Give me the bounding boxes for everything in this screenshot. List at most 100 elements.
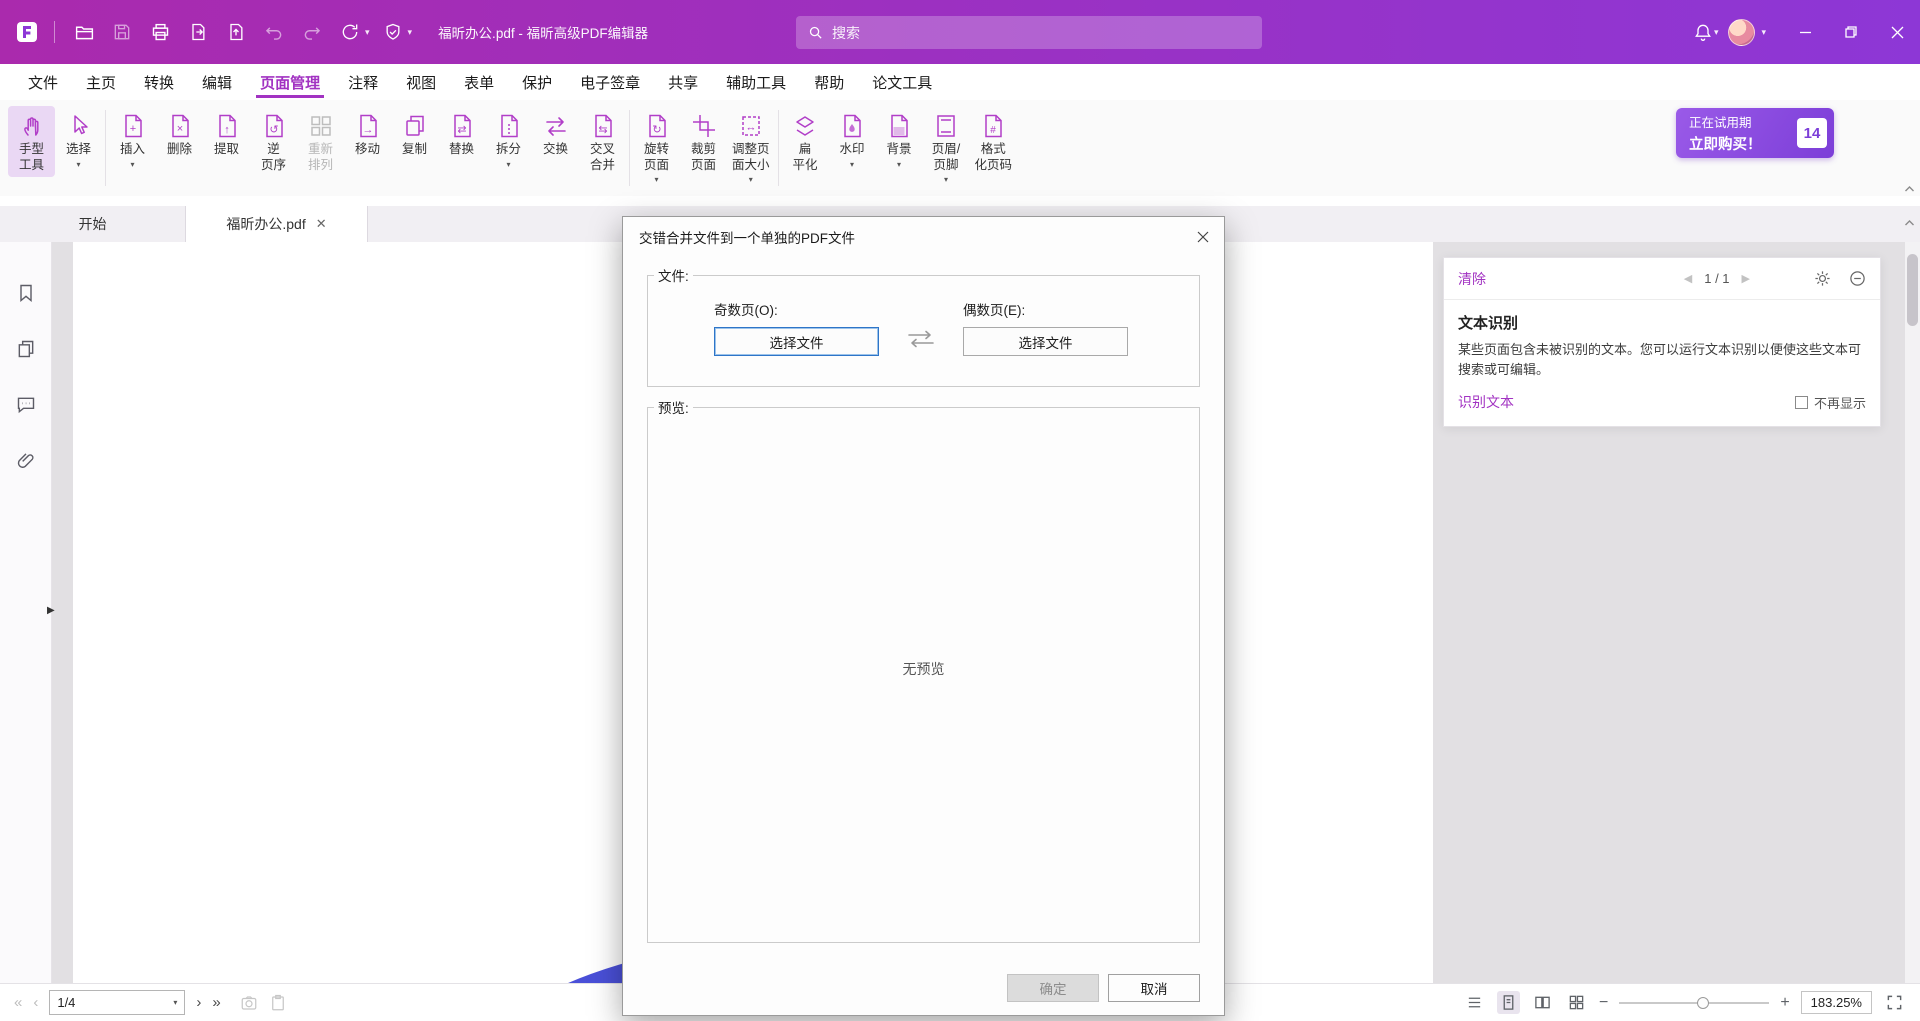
- quick-tools-caret-icon[interactable]: [365, 27, 370, 38]
- clear-notifications-button[interactable]: 清除: [1458, 269, 1486, 289]
- notifications-caret-icon[interactable]: [1714, 27, 1719, 38]
- ribbon-resize-pages[interactable]: ↔ 调整页 面大小: [727, 106, 775, 188]
- comments-panel-icon[interactable]: [11, 390, 41, 420]
- grid-view-icon[interactable]: [1565, 991, 1588, 1014]
- choose-odd-file-button[interactable]: 选择文件: [714, 327, 879, 356]
- menu-item-protect[interactable]: 保护: [508, 64, 566, 100]
- menu-item-file[interactable]: 文件: [14, 64, 72, 100]
- scroll-up-icon[interactable]: [1904, 214, 1915, 232]
- account-caret-icon[interactable]: [1761, 27, 1766, 38]
- menu-item-home[interactable]: 主页: [72, 64, 130, 100]
- page-navigation: 1/4: [14, 990, 287, 1015]
- minimize-button[interactable]: [1782, 0, 1828, 64]
- zoom-slider[interactable]: [1619, 1002, 1769, 1004]
- last-page-icon[interactable]: [212, 995, 220, 1010]
- dialog-footer: 确定 取消: [1007, 974, 1200, 1002]
- print-icon[interactable]: [143, 15, 177, 49]
- snapshot-icon[interactable]: [240, 994, 258, 1012]
- vertical-scrollbar[interactable]: [1905, 242, 1920, 983]
- ribbon-hand-tool[interactable]: 手型 工具: [8, 106, 55, 177]
- single-page-view-icon[interactable]: [1497, 991, 1520, 1014]
- tab-start[interactable]: 开始: [0, 206, 186, 242]
- search-box[interactable]: 搜索: [796, 16, 1262, 49]
- menu-item-help[interactable]: 帮助: [800, 64, 858, 100]
- foxit-logo-icon[interactable]: [12, 17, 42, 47]
- ribbon-crop-pages[interactable]: 裁剪 页面: [680, 106, 727, 177]
- dont-show-again-checkbox[interactable]: 不再显示: [1795, 393, 1866, 412]
- files-group-label: 文件:: [654, 265, 693, 285]
- menu-item-convert[interactable]: 转换: [130, 64, 188, 100]
- ribbon-delete[interactable]: × 删除: [156, 106, 203, 162]
- zoom-in-icon[interactable]: [1780, 995, 1789, 1011]
- menu-item-form[interactable]: 表单: [450, 64, 508, 100]
- redo-icon[interactable]: [295, 15, 329, 49]
- fullscreen-icon[interactable]: [1883, 991, 1906, 1014]
- ribbon-replace[interactable]: ⇄ 替换: [438, 106, 485, 162]
- next-page-icon[interactable]: [196, 995, 201, 1010]
- safe-mode-caret-icon[interactable]: [408, 27, 413, 38]
- attachments-panel-icon[interactable]: [11, 446, 41, 476]
- collapse-ribbon-icon[interactable]: [1904, 180, 1915, 198]
- reading-mode-icon[interactable]: [1463, 991, 1486, 1014]
- cancel-button[interactable]: 取消: [1108, 974, 1200, 1002]
- safe-mode-icon[interactable]: [376, 15, 410, 49]
- ribbon-flatten[interactable]: 扁 平化: [782, 106, 829, 177]
- menu-item-paper-tools[interactable]: 论文工具: [858, 64, 946, 100]
- choose-even-file-button[interactable]: 选择文件: [963, 327, 1128, 356]
- tab-document[interactable]: 福昕办公.pdf: [186, 206, 368, 242]
- first-page-icon[interactable]: [14, 995, 22, 1010]
- ribbon-reverse-order[interactable]: ↺ 逆 页序: [250, 106, 297, 177]
- export-pdf-icon[interactable]: [181, 15, 215, 49]
- recognize-text-link[interactable]: 识别文本: [1458, 392, 1514, 412]
- ribbon-split[interactable]: 拆分: [485, 106, 532, 173]
- prev-notification-icon[interactable]: [1684, 272, 1692, 285]
- ribbon-rotate-pages[interactable]: ↻ 旋转 页面: [633, 106, 680, 188]
- menu-item-page-management[interactable]: 页面管理: [246, 64, 334, 100]
- minimize-notification-icon[interactable]: [1849, 270, 1866, 287]
- pages-panel-icon[interactable]: [11, 334, 41, 364]
- ribbon-watermark[interactable]: 水印: [829, 106, 876, 173]
- checkbox-icon[interactable]: [1795, 396, 1808, 409]
- menu-item-share[interactable]: 共享: [654, 64, 712, 100]
- ribbon-label: 拆分: [496, 142, 521, 158]
- ribbon-extract[interactable]: ↑ 提取: [203, 106, 250, 162]
- zoom-out-icon[interactable]: [1599, 995, 1608, 1011]
- expand-panel-icon[interactable]: [47, 605, 55, 616]
- clipboard-icon[interactable]: [269, 994, 287, 1012]
- zoom-percentage[interactable]: 183.25%: [1801, 991, 1872, 1014]
- open-file-icon[interactable]: [67, 15, 101, 49]
- page-number-combobox[interactable]: 1/4: [49, 990, 185, 1015]
- share-doc-icon[interactable]: [219, 15, 253, 49]
- maximize-button[interactable]: [1828, 0, 1874, 64]
- notification-settings-gear-icon[interactable]: [1814, 270, 1831, 287]
- facing-pages-view-icon[interactable]: [1531, 991, 1554, 1014]
- menu-item-accessibility[interactable]: 辅助工具: [712, 64, 800, 100]
- ribbon-interleave-merge[interactable]: ⇆ 交叉 合并: [579, 106, 626, 177]
- dialog-close-icon[interactable]: [1182, 217, 1224, 257]
- menu-item-edit[interactable]: 编辑: [188, 64, 246, 100]
- ribbon-copy[interactable]: 复制: [391, 106, 438, 162]
- tab-close-icon[interactable]: [316, 216, 327, 232]
- dialog-titlebar[interactable]: 交错合并文件到一个单独的PDF文件: [623, 217, 1224, 257]
- menu-item-esign[interactable]: 电子签章: [566, 64, 654, 100]
- buy-now-banner[interactable]: 正在试用期 立即购买！ 14: [1676, 108, 1834, 158]
- ribbon-swap[interactable]: 交换: [532, 106, 579, 162]
- ribbon-insert[interactable]: + 插入: [109, 106, 156, 173]
- ribbon-header-footer[interactable]: 页眉/ 页脚: [923, 106, 970, 188]
- scrollbar-thumb[interactable]: [1907, 254, 1918, 326]
- zoom-slider-handle[interactable]: [1697, 997, 1709, 1009]
- menu-item-view[interactable]: 视图: [392, 64, 450, 100]
- menu-item-comment[interactable]: 注释: [334, 64, 392, 100]
- quick-tools-icon[interactable]: [333, 15, 367, 49]
- save-icon[interactable]: [105, 15, 139, 49]
- ribbon-background[interactable]: 背景: [876, 106, 923, 173]
- close-button[interactable]: [1874, 0, 1920, 64]
- next-notification-icon[interactable]: [1742, 272, 1750, 285]
- ribbon-format-page-numbers[interactable]: # 格式 化页码: [970, 106, 1018, 177]
- ribbon-select[interactable]: 选择: [55, 106, 102, 173]
- user-avatar[interactable]: [1728, 19, 1755, 46]
- ribbon-move[interactable]: → 移动: [344, 106, 391, 162]
- previous-page-icon[interactable]: [33, 995, 38, 1010]
- undo-icon[interactable]: [257, 15, 291, 49]
- bookmarks-panel-icon[interactable]: [11, 278, 41, 308]
